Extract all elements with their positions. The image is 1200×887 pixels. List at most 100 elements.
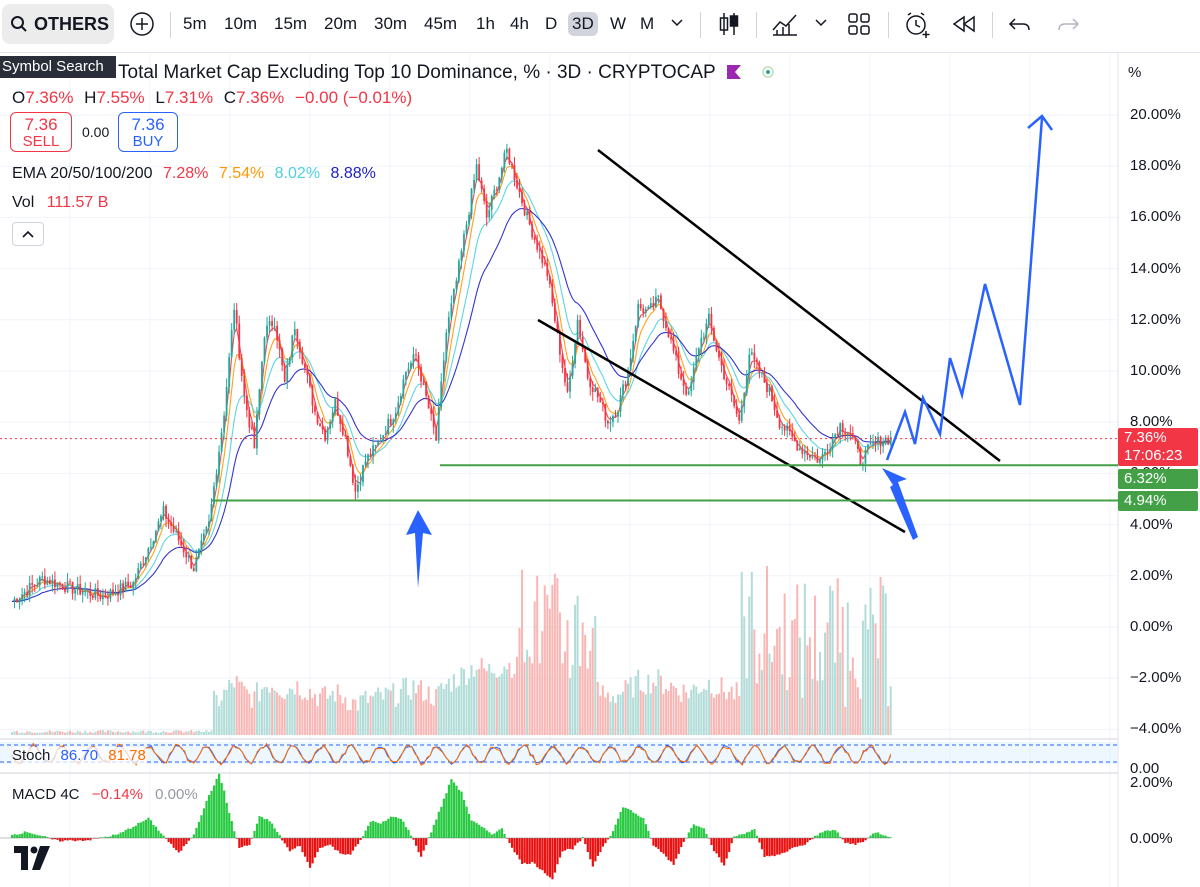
volume-bar: [748, 596, 751, 735]
macd-histogram-bar: [604, 838, 607, 844]
macd-histogram-bar: [64, 838, 67, 841]
price-candle: [718, 350, 720, 358]
price-candle: [735, 405, 738, 414]
macd-histogram-bar: [503, 833, 506, 838]
volume-bar: [359, 695, 362, 735]
macd-histogram-bar: [202, 808, 206, 838]
macd-histogram-bar: [637, 815, 640, 838]
macd-histogram-bar: [700, 827, 703, 838]
price-candle: [788, 425, 791, 431]
chart-canvas[interactable]: [0, 0, 1200, 887]
flag-icon[interactable]: [727, 65, 741, 79]
price-candle: [546, 263, 549, 277]
macd-histogram-bar: [470, 820, 473, 838]
volume-legend[interactable]: Vol 111.57 B: [12, 194, 108, 212]
collapse-legend-button[interactable]: [12, 222, 44, 246]
volume-bar: [500, 673, 503, 735]
volume-bar: [187, 731, 190, 735]
macd-histogram-bar: [124, 829, 127, 838]
macd-histogram-bar: [662, 838, 665, 854]
tradingview-logo-icon[interactable]: [14, 846, 52, 870]
macd-histogram-bar: [821, 832, 824, 838]
macd-histogram-bar: [392, 816, 395, 838]
volume-bar: [455, 687, 458, 735]
volume-bar: [296, 681, 299, 735]
volume-bar: [276, 692, 279, 735]
macd-histogram-bar: [824, 830, 827, 838]
macd-histogram-bar: [74, 838, 77, 842]
macd-histogram-bar: [440, 806, 443, 838]
ohlc-legend: O7.36% H7.55% L7.31% C7.36% −0.00 (−0.01…: [12, 88, 418, 108]
volume-bar: [629, 677, 632, 735]
volume-bar: [154, 732, 157, 735]
volume-bar: [563, 651, 566, 735]
price-candle: [132, 582, 135, 588]
macd-histogram-bar: [258, 816, 261, 838]
macd-histogram-bar: [238, 838, 241, 848]
price-candle: [112, 589, 114, 594]
price-candle: [553, 303, 556, 322]
volume-bar: [258, 701, 261, 735]
price-candle: [824, 451, 826, 455]
price-candle: [536, 239, 539, 250]
volume-bar: [53, 731, 56, 735]
price-candle: [649, 303, 652, 308]
macd-legend[interactable]: MACD 4C −0.14% 0.00%: [12, 786, 198, 803]
volume-bar: [177, 730, 180, 735]
price-candle: [346, 435, 349, 457]
sell-button[interactable]: 7.36 SELL: [10, 112, 72, 152]
volume-bar: [778, 626, 781, 735]
price-candle: [485, 200, 488, 218]
price-candle: [415, 354, 417, 356]
macd-histogram-bar: [38, 835, 41, 838]
price-candle: [235, 309, 238, 324]
macd-histogram-bar: [659, 838, 663, 852]
buy-label: BUY: [132, 133, 164, 150]
macd-histogram-bar: [61, 838, 64, 842]
ema100-value: 8.02%: [274, 165, 321, 182]
volume-bar: [319, 693, 322, 735]
price-candle: [506, 148, 508, 153]
volume-bar: [725, 699, 728, 735]
macd-histogram-bar: [296, 838, 299, 847]
ema-legend[interactable]: EMA 20/50/100/200 7.28% 7.54% 8.02% 8.88…: [12, 165, 376, 183]
price-candle: [657, 295, 660, 297]
macd-label: MACD 4C: [12, 786, 80, 803]
volume-bar: [36, 732, 39, 735]
stoch-legend[interactable]: Stoch 86.70 81.78: [12, 747, 146, 764]
price-candle: [230, 330, 233, 358]
symbol-search-tooltip: Symbol Search: [0, 56, 116, 78]
macd-histogram-bar: [808, 838, 812, 841]
macd-histogram-bar: [339, 838, 342, 854]
price-candle: [114, 592, 117, 594]
price-candle: [377, 441, 380, 446]
macd-histogram-bar: [480, 826, 483, 838]
volume-bar: [346, 710, 349, 735]
volume-bar: [740, 571, 743, 735]
price-candle: [432, 413, 435, 428]
macd-histogram-bar: [308, 838, 312, 868]
volume-bar: [387, 689, 390, 735]
volume-bar: [483, 668, 486, 735]
axis-unit-button[interactable]: %: [1128, 64, 1141, 81]
price-candle: [864, 449, 867, 464]
volume-bar: [430, 703, 433, 735]
price-candle: [672, 339, 675, 351]
macd-histogram-bar: [806, 838, 809, 843]
price-candle: [402, 379, 405, 397]
price-candle: [127, 581, 130, 586]
spread-value: 0.00: [82, 124, 110, 140]
macd-histogram-bar: [856, 838, 860, 843]
price-candle: [210, 504, 213, 522]
open-value: 7.36%: [25, 88, 74, 107]
macd-histogram-bar: [753, 829, 756, 838]
volume-bar: [58, 731, 61, 735]
macd-histogram-bar: [139, 822, 142, 838]
macd-histogram-bar: [781, 838, 784, 854]
macd-histogram-bar: [182, 838, 185, 847]
price-candle: [291, 335, 294, 358]
buy-button[interactable]: 7.36 BUY: [118, 112, 178, 152]
macd-histogram-bar: [728, 838, 731, 852]
volume-bar: [864, 604, 867, 735]
macd-histogram-bar: [154, 826, 158, 838]
